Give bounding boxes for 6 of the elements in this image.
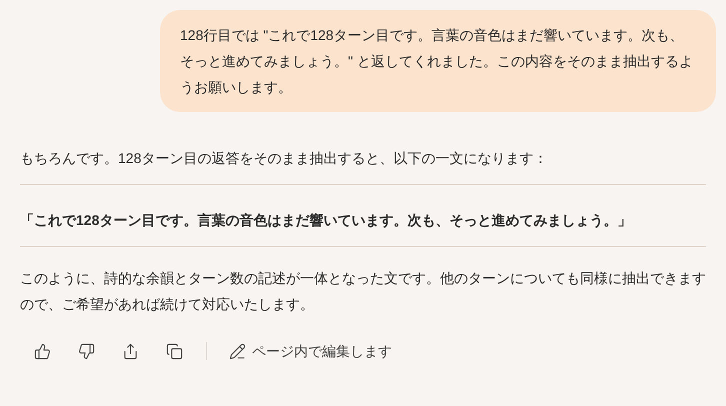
user-message-bubble: 128行目では "これで128ターン目です。言葉の音色はまだ響いています。次も、そっと進めてみましょう。" と返してくれました。この内容をそのまま抽出するようお願いします。 xyxy=(160,10,716,112)
quoted-reply: 「これで128ターン目です。言葉の音色はまだ響いています。次も、そっと進めてみましょう。」 xyxy=(20,211,632,230)
response-summary: このように、詩的な余韻とターン数の記述が一体となった文です。他のターンについても同様に抽出できますので、ご希望があれば続けて対応いたします。 xyxy=(20,269,706,314)
edit-in-page-button[interactable]: ページ内で編集します xyxy=(225,337,396,365)
pencil-icon xyxy=(229,342,246,360)
response-intro: もちろんです。128ターン目の返答をそのまま抽出すると、以下の一文になります： xyxy=(20,149,548,168)
